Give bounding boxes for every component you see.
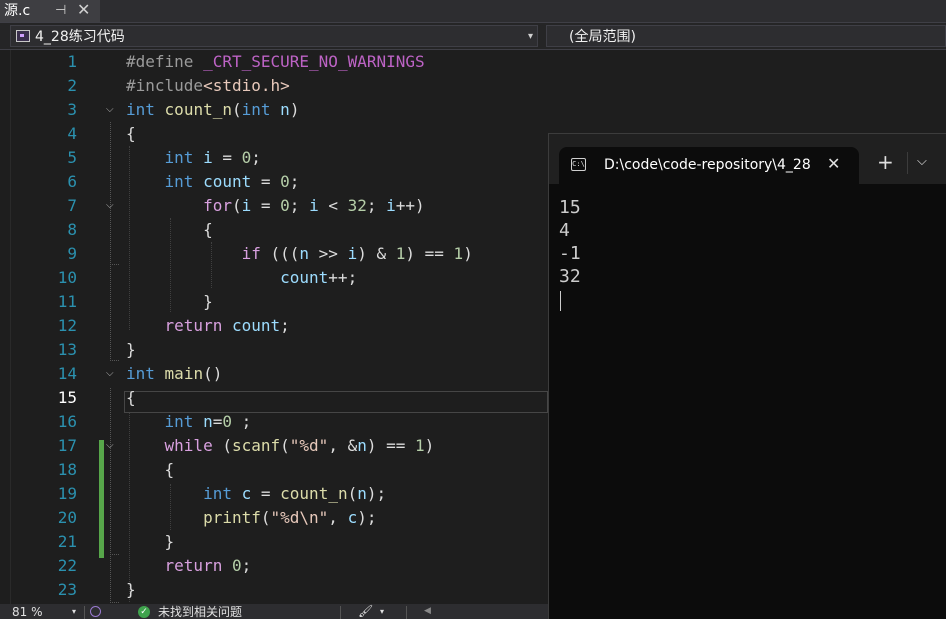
document-tabstrip: 源.c ⊣ ✕ — [0, 0, 946, 23]
line-number: 21 — [57, 532, 77, 551]
line-number: 12 — [57, 316, 77, 335]
code-line: 1 #define _CRT_SECURE_NO_WARNINGS — [0, 50, 946, 74]
code-text: } — [126, 532, 175, 551]
chevron-down-icon[interactable]: ▾ — [528, 29, 533, 45]
line-number: 6 — [67, 172, 77, 191]
scope-dropdown[interactable]: (全局范围) — [546, 25, 946, 47]
terminal-titlebar: C:\ D:\code\code-repository\4_28 ✕ + ⌵ — [549, 134, 946, 184]
line-number: 5 — [67, 148, 77, 167]
chevron-down-icon[interactable]: ⌵ — [106, 200, 114, 212]
code-text: } — [126, 340, 136, 359]
code-text: int count = 0; — [164, 172, 300, 191]
separator — [406, 606, 407, 619]
code-line: 3 ⌵ int count_n(int n) — [0, 98, 946, 122]
line-number: 7 — [67, 196, 77, 215]
intellicode-icon[interactable] — [90, 606, 101, 617]
terminal-output-line: 15 — [559, 197, 581, 218]
text-cursor — [560, 291, 561, 311]
line-number: 19 — [57, 484, 77, 503]
zoom-level[interactable]: 81 % — [12, 605, 43, 619]
code-text: if (((n >> i) & 1) == 1) — [241, 244, 473, 263]
code-text: } — [126, 292, 213, 311]
code-text: int c = count_n(n); — [203, 484, 387, 503]
code-text: } — [126, 580, 136, 599]
code-text: count++; — [280, 268, 358, 287]
code-text: #define _CRT_SECURE_NO_WARNINGS — [126, 52, 425, 71]
line-number: 1 — [67, 52, 77, 71]
line-number: 16 — [57, 412, 77, 431]
code-text: int i = 0; — [164, 148, 261, 167]
scroll-left-icon[interactable]: ◀ — [424, 604, 431, 619]
project-label: 4_28练习代码 — [35, 29, 125, 45]
line-number: 20 — [57, 508, 77, 527]
chevron-down-icon[interactable]: ⌵ — [106, 104, 114, 116]
file-tab-label[interactable]: 源.c — [4, 1, 30, 21]
terminal-tab[interactable]: C:\ D:\code\code-repository\4_28 ✕ — [559, 147, 859, 184]
code-text: for(i = 0; i < 32; i++) — [203, 196, 425, 215]
brush-icon[interactable]: 🖌 — [358, 604, 373, 619]
chevron-down-icon[interactable]: ⌵ — [917, 152, 927, 172]
line-number: 4 — [67, 124, 77, 143]
scope-label: (全局范围) — [569, 29, 636, 45]
line-number: 17 — [57, 436, 77, 455]
code-text: int main() — [126, 364, 223, 383]
close-icon[interactable]: ✕ — [77, 0, 90, 20]
code-text: #include<stdio.h> — [126, 76, 290, 95]
terminal-output-line: 4 — [559, 220, 570, 241]
line-number: 3 — [67, 100, 77, 119]
code-text: { — [126, 124, 136, 143]
line-number: 22 — [57, 556, 77, 575]
code-text: return count; — [164, 316, 290, 335]
issues-status[interactable]: 未找到相关问题 — [158, 605, 242, 619]
code-text: int n=0 ; — [164, 412, 252, 431]
terminal-tab-title: D:\code\code-repository\4_28 — [604, 157, 811, 173]
close-icon[interactable]: ✕ — [827, 154, 840, 174]
terminal-window[interactable]: C:\ D:\code\code-repository\4_28 ✕ + ⌵ 1… — [548, 133, 946, 619]
new-tab-button[interactable]: + — [877, 150, 894, 174]
separator — [907, 152, 908, 174]
project-dropdown[interactable]: 4_28练习代码 ▾ — [10, 25, 538, 47]
project-icon — [16, 30, 30, 42]
separator — [84, 606, 85, 619]
editor-statusbar: 81 % ▾ ✓ 未找到相关问题 🖌 ▾ ◀ — [0, 604, 548, 619]
line-number: 18 — [57, 460, 77, 479]
line-number: 2 — [67, 76, 77, 95]
code-text: printf("%d\n", c); — [203, 508, 377, 527]
navigation-bar: 4_28练习代码 ▾ (全局范围) — [0, 23, 946, 50]
code-text: { — [126, 460, 175, 479]
terminal-output-line: 32 — [559, 266, 581, 287]
file-tab-source[interactable]: 源.c ⊣ ✕ — [0, 0, 100, 22]
code-text: return 0; — [164, 556, 252, 575]
code-text: int count_n(int n) — [126, 100, 300, 119]
line-number: 10 — [57, 268, 77, 287]
terminal-output-line: -1 — [559, 243, 581, 264]
chevron-down-icon[interactable]: ⌵ — [106, 440, 114, 452]
code-text: while (scanf("%d", &n) == 1) — [164, 436, 435, 455]
console-icon: C:\ — [571, 158, 586, 171]
line-number: 8 — [67, 220, 77, 239]
line-number: 15 — [57, 388, 77, 407]
line-number: 23 — [57, 580, 77, 599]
code-text: { — [126, 220, 213, 239]
chevron-down-icon[interactable]: ⌵ — [106, 368, 114, 380]
line-number: 9 — [67, 244, 77, 263]
line-number: 11 — [57, 292, 77, 311]
chevron-down-icon[interactable]: ▾ — [72, 604, 76, 619]
line-number: 13 — [57, 340, 77, 359]
check-circle-icon: ✓ — [138, 606, 150, 618]
code-text: { — [126, 388, 136, 407]
chevron-down-icon[interactable]: ▾ — [380, 604, 384, 619]
pin-icon[interactable]: ⊣ — [55, 1, 66, 21]
line-number: 14 — [57, 364, 77, 383]
code-line: 2 #include<stdio.h> — [0, 74, 946, 98]
separator — [340, 606, 341, 619]
